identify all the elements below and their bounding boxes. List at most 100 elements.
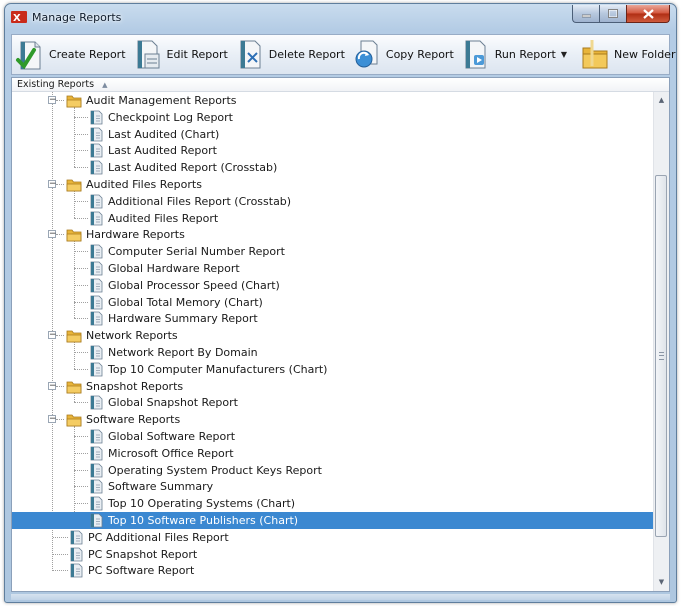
report-icon [90,295,103,310]
tree-report-item[interactable]: Global Total Memory (Chart) [12,294,655,311]
tree-report-item[interactable]: Top 10 Computer Manufacturers (Chart) [12,361,655,378]
svg-text:X: X [13,13,21,24]
tree-connector [53,537,68,538]
existing-reports-column-header[interactable]: Existing Reports ▲ [12,78,669,92]
collapse-toggle-icon[interactable]: − [48,382,57,391]
tree-item-label: Audited Files Reports [86,178,202,191]
run-report-label: Run Report [494,48,556,61]
tree-report-item[interactable]: Additional Files Report (Crosstab) [12,193,655,210]
scrollbar-thumb[interactable] [655,175,667,537]
tree-connector [74,285,88,286]
tree-report-item[interactable]: PC Snapshot Report [12,546,655,563]
tree-connector [74,251,88,252]
tree-connector [56,419,64,420]
tree-folder-item[interactable]: − Snapshot Reports [12,378,655,395]
sort-ascending-icon: ▲ [102,81,108,89]
report-icon [90,362,103,377]
tree-report-item[interactable]: Last Audited (Chart) [12,126,655,143]
collapse-toggle-icon[interactable]: − [48,180,57,189]
copy-report-label: Copy Report [385,48,454,61]
tree-item-label: Operating System Product Keys Report [108,464,322,477]
tree-item-label: Hardware Reports [86,228,185,241]
maximize-icon [608,9,618,18]
report-icon [90,345,103,360]
tree-folder-item[interactable]: − Hardware Reports [12,226,655,243]
run-report-button[interactable]: Run Report ▼ [458,36,571,74]
tree-report-item[interactable]: Microsoft Office Report [12,445,655,462]
maximize-button[interactable] [599,5,626,23]
collapse-toggle-icon[interactable]: − [48,331,57,340]
tree-item-label: PC Snapshot Report [88,548,198,561]
collapse-toggle-icon[interactable]: − [48,415,57,424]
report-icon [90,143,103,158]
tree-folder-item[interactable]: − Software Reports [12,411,655,428]
folder-icon [66,381,82,394]
tree-folder-item[interactable]: − Network Reports [12,327,655,344]
tree-report-item[interactable]: Operating System Product Keys Report [12,462,655,479]
run-report-dropdown-icon[interactable]: ▼ [561,50,567,59]
collapse-toggle-icon[interactable]: − [48,96,57,105]
tree-connector [74,218,88,219]
manage-reports-window: X Manage Reports Create Report Edit Repo… [4,3,677,603]
tree-report-item[interactable]: Global Processor Speed (Chart) [12,277,655,294]
delete-report-button[interactable]: Delete Report [232,36,349,74]
tree-folder-item[interactable]: − Audited Files Reports [12,176,655,193]
close-button[interactable] [626,5,670,23]
report-icon [90,446,103,461]
scrollbar-grip-icon [659,352,664,360]
tree-item-label: Microsoft Office Report [108,447,234,460]
tree-report-item[interactable]: Last Audited Report [12,142,655,159]
tree-item-label: Top 10 Operating Systems (Chart) [108,497,296,510]
tree-report-item[interactable]: Software Summary [12,478,655,495]
tree-report-item[interactable]: Last Audited Report (Crosstab) [12,159,655,176]
edit-report-label: Edit Report [166,48,228,61]
report-icon [90,395,103,410]
create-report-icon [16,41,41,69]
tree-item-label: Global Total Memory (Chart) [108,296,263,309]
copy-report-button[interactable]: Copy Report [349,36,458,74]
tree-item-label: Snapshot Reports [86,380,184,393]
tree-connector [56,184,64,185]
tree-report-item[interactable]: Checkpoint Log Report [12,109,655,126]
tree-report-item[interactable]: Global Software Report [12,428,655,445]
create-report-button[interactable]: Create Report [12,36,130,74]
tree-item-label: Last Audited (Chart) [108,128,220,141]
tree-report-item[interactable]: Network Report By Domain [12,344,655,361]
scroll-down-arrow-icon[interactable]: ▼ [654,574,669,591]
report-icon [70,530,83,545]
tree-report-item[interactable]: Audited Files Report [12,210,655,227]
tree-report-item[interactable]: Top 10 Operating Systems (Chart) [12,495,655,512]
tree-item-label: Last Audited Report (Crosstab) [108,161,278,174]
tree-report-item[interactable]: Global Hardware Report [12,260,655,277]
title-bar[interactable]: X Manage Reports [5,4,676,31]
vertical-scrollbar[interactable]: ▲ ▼ [653,92,669,591]
tree-item-label: PC Software Report [88,564,195,577]
folder-icon [66,414,82,427]
tree-folder-item[interactable]: − Audit Management Reports [12,92,655,109]
tree-connector [74,453,88,454]
tree-connector [74,167,88,168]
tree-item-label: Global Snapshot Report [108,396,238,409]
close-icon [642,8,654,19]
tree-report-item[interactable]: Hardware Summary Report [12,310,655,327]
copy-report-icon [355,40,378,67]
edit-report-button[interactable]: Edit Report [130,36,232,74]
tree-report-item[interactable]: PC Software Report [12,562,655,579]
scroll-up-arrow-icon[interactable]: ▲ [654,92,669,109]
delete-report-icon [240,40,261,68]
report-icon [90,311,103,326]
collapse-toggle-icon[interactable]: − [48,230,57,239]
tree-connector [53,554,68,555]
tree-report-item[interactable]: Global Snapshot Report [12,394,655,411]
tree-report-item[interactable]: Top 10 Software Publishers (Chart) [12,512,655,529]
new-folder-icon [582,39,608,68]
report-icon [90,127,103,142]
toolbar: Create Report Edit Report Delete Report [11,34,675,75]
minimize-button[interactable] [572,5,599,23]
tree-connector [53,570,68,571]
tree-report-item[interactable]: PC Additional Files Report [12,529,655,546]
tree-connector [74,503,88,504]
report-icon [90,261,103,276]
tree-report-item[interactable]: Computer Serial Number Report [12,243,655,260]
new-folder-button[interactable]: New Folder [577,36,676,74]
